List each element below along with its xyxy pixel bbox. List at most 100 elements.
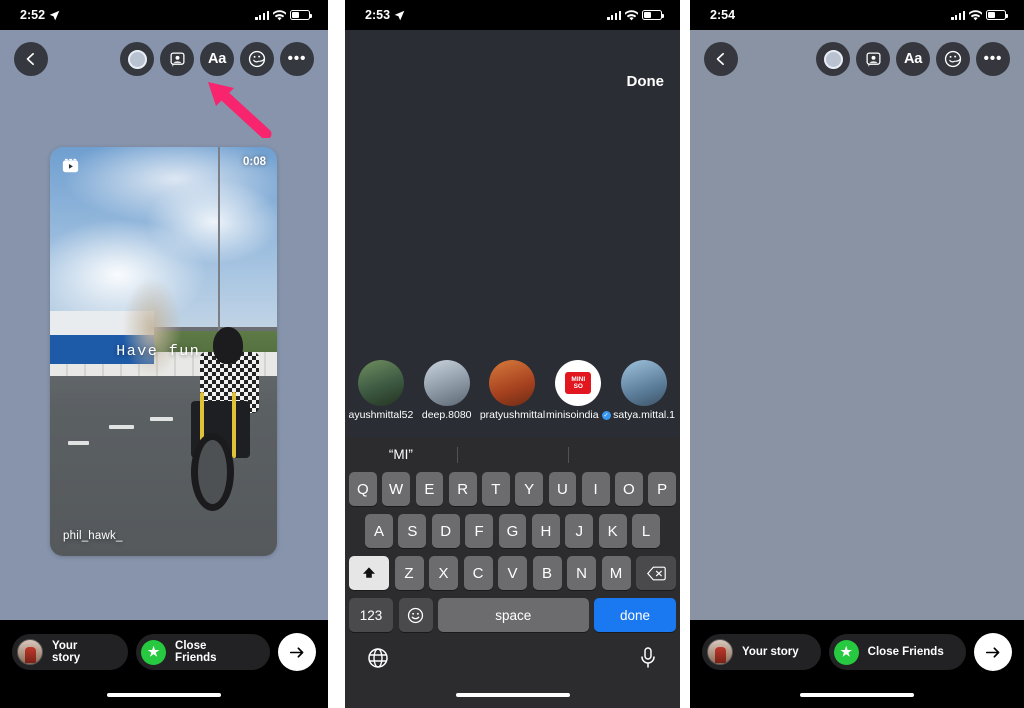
story-overlay-text[interactable]: Have fun. bbox=[50, 343, 277, 360]
motorcycle-wheel bbox=[190, 433, 234, 511]
key-x[interactable]: X bbox=[429, 556, 458, 590]
keyboard-row-2: A S D F G H J K L bbox=[345, 514, 680, 548]
key-n[interactable]: N bbox=[567, 556, 596, 590]
key-l[interactable]: L bbox=[632, 514, 661, 548]
key-d[interactable]: D bbox=[431, 514, 460, 548]
back-button[interactable] bbox=[14, 42, 48, 76]
key-y[interactable]: Y bbox=[515, 472, 543, 506]
key-h[interactable]: H bbox=[531, 514, 560, 548]
more-options-icon: ••• bbox=[983, 50, 1003, 67]
avatar bbox=[357, 360, 404, 406]
miniso-logo-icon: MINI SO bbox=[565, 372, 592, 394]
key-u[interactable]: U bbox=[548, 472, 577, 506]
key-o[interactable]: O bbox=[615, 472, 643, 506]
phone-panel-3: 2:54 Aa ••• Your story ★ Close Friends bbox=[690, 0, 1024, 708]
text-tool-button[interactable]: Aa bbox=[200, 42, 234, 76]
suggestion-username: deep.8080 bbox=[421, 409, 472, 421]
sticker-tool-icon bbox=[944, 50, 962, 68]
green-star-icon: ★ bbox=[141, 639, 167, 665]
backspace-key[interactable] bbox=[636, 556, 676, 590]
backspace-icon bbox=[646, 566, 666, 580]
key-a[interactable]: A bbox=[365, 514, 393, 548]
avatar bbox=[489, 360, 536, 406]
key-k[interactable]: K bbox=[598, 514, 627, 548]
key-p[interactable]: P bbox=[648, 472, 676, 506]
key-m[interactable]: M bbox=[601, 556, 631, 590]
arrow-right-icon bbox=[289, 646, 303, 658]
avatar: MINI SO bbox=[555, 360, 602, 406]
status-bar-1: 2:52 bbox=[0, 0, 328, 30]
verified-badge-icon: ✓ bbox=[601, 410, 611, 420]
add-photo-icon bbox=[169, 51, 185, 67]
key-f[interactable]: F bbox=[465, 514, 494, 548]
your-story-button[interactable]: Your story bbox=[702, 634, 821, 670]
done-button[interactable]: Done bbox=[627, 73, 665, 90]
lens-effects-button[interactable] bbox=[120, 42, 154, 76]
green-star-icon: ★ bbox=[833, 639, 859, 665]
prediction-candidate[interactable]: “MI” bbox=[345, 445, 457, 465]
key-i[interactable]: I bbox=[581, 472, 610, 506]
close-friends-button[interactable]: ★ Close Friends bbox=[828, 634, 966, 670]
lens-effects-button[interactable] bbox=[816, 42, 850, 76]
key-b[interactable]: B bbox=[532, 556, 562, 590]
close-friends-label: Close Friends bbox=[867, 646, 944, 658]
avatar bbox=[621, 360, 668, 406]
keyboard-row-1: Q W E R T Y U I O P bbox=[345, 472, 680, 506]
story-media-card-1[interactable]: 0:08 Have fun. phil_hawk_ bbox=[50, 147, 277, 556]
your-story-label: Your story bbox=[52, 640, 81, 664]
status-bar-3: 2:54 bbox=[690, 0, 1024, 30]
key-v[interactable]: V bbox=[498, 556, 527, 590]
key-q[interactable]: Q bbox=[349, 472, 377, 506]
key-c[interactable]: C bbox=[463, 556, 493, 590]
sticker-tool-icon bbox=[248, 50, 266, 68]
share-bar-1: Your story ★ Close Friends bbox=[0, 620, 328, 708]
send-button[interactable] bbox=[278, 633, 316, 671]
emoji-key[interactable] bbox=[398, 598, 433, 632]
numbers-key[interactable]: 123 bbox=[349, 598, 393, 632]
arrow-right-icon bbox=[985, 646, 999, 658]
lane-marking bbox=[68, 441, 89, 446]
add-photo-button[interactable] bbox=[856, 42, 890, 76]
key-w[interactable]: W bbox=[382, 472, 410, 506]
list-item[interactable]: deep.8080 bbox=[415, 360, 479, 421]
your-story-button[interactable]: Your story bbox=[12, 634, 129, 670]
more-options-button[interactable]: ••• bbox=[280, 42, 314, 76]
emoji-face-icon bbox=[407, 607, 424, 623]
sticker-tool-button[interactable] bbox=[936, 42, 970, 76]
key-j[interactable]: J bbox=[565, 514, 594, 548]
send-button[interactable] bbox=[974, 633, 1012, 671]
key-g[interactable]: G bbox=[498, 514, 527, 548]
key-s[interactable]: S bbox=[398, 514, 427, 548]
list-item[interactable]: satya.mittal.1 bbox=[612, 360, 676, 421]
prediction-candidate-empty[interactable] bbox=[456, 445, 569, 465]
reel-icon bbox=[62, 158, 79, 173]
keyboard-row-3: Z X C V B N M bbox=[345, 556, 680, 590]
sticker-tool-button[interactable] bbox=[240, 42, 274, 76]
list-item[interactable]: MINI SO minisoindia ✓ bbox=[546, 360, 611, 421]
home-indicator bbox=[107, 692, 221, 697]
keyboard-done-key[interactable]: done bbox=[594, 598, 676, 632]
avatar bbox=[17, 639, 43, 665]
home-indicator bbox=[800, 692, 914, 697]
globe-icon[interactable] bbox=[367, 647, 389, 669]
key-t[interactable]: T bbox=[482, 472, 510, 506]
shift-key[interactable] bbox=[349, 556, 389, 590]
add-photo-button[interactable] bbox=[160, 42, 194, 76]
status-bar-2: 2:53 bbox=[345, 0, 680, 30]
text-tool-label: Aa bbox=[208, 51, 226, 67]
screen-body-1: Aa ••• 0:08 Have fun. phil_hawk_ Your st… bbox=[0, 28, 328, 708]
space-key[interactable]: space bbox=[438, 598, 589, 632]
more-options-button[interactable]: ••• bbox=[976, 42, 1010, 76]
back-button[interactable] bbox=[704, 42, 738, 76]
share-bar-3: Your story ★ Close Friends bbox=[690, 620, 1024, 708]
microphone-icon[interactable] bbox=[638, 646, 658, 670]
text-tool-button[interactable]: Aa bbox=[896, 42, 930, 76]
key-e[interactable]: E bbox=[415, 472, 444, 506]
list-item[interactable]: pratyushmittal bbox=[480, 360, 545, 421]
key-r[interactable]: R bbox=[448, 472, 477, 506]
close-friends-button[interactable]: ★ Close Friends bbox=[136, 634, 270, 670]
lane-marking bbox=[109, 425, 134, 430]
list-item[interactable]: ayushmittal52 bbox=[349, 360, 413, 421]
prediction-candidate-empty[interactable] bbox=[568, 445, 680, 465]
key-z[interactable]: Z bbox=[394, 556, 424, 590]
